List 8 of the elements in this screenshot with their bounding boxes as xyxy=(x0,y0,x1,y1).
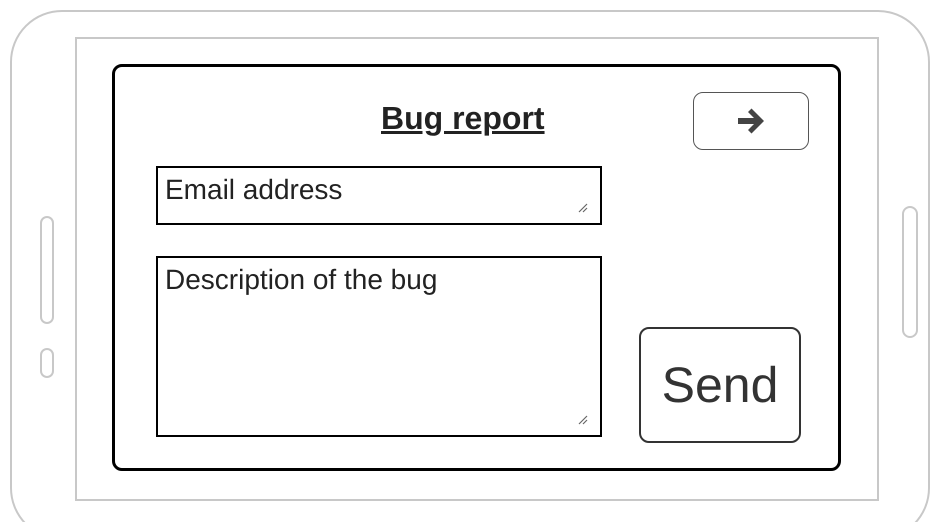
resize-grip-icon[interactable] xyxy=(578,415,588,425)
next-button[interactable] xyxy=(693,92,809,150)
description-field[interactable]: Description of the bug xyxy=(156,256,602,437)
email-field[interactable]: Email address xyxy=(156,166,602,225)
send-button[interactable]: Send xyxy=(639,327,801,443)
resize-grip-icon[interactable] xyxy=(578,203,588,213)
card-title: Bug report xyxy=(381,99,545,134)
arrow-right-icon xyxy=(736,107,766,135)
